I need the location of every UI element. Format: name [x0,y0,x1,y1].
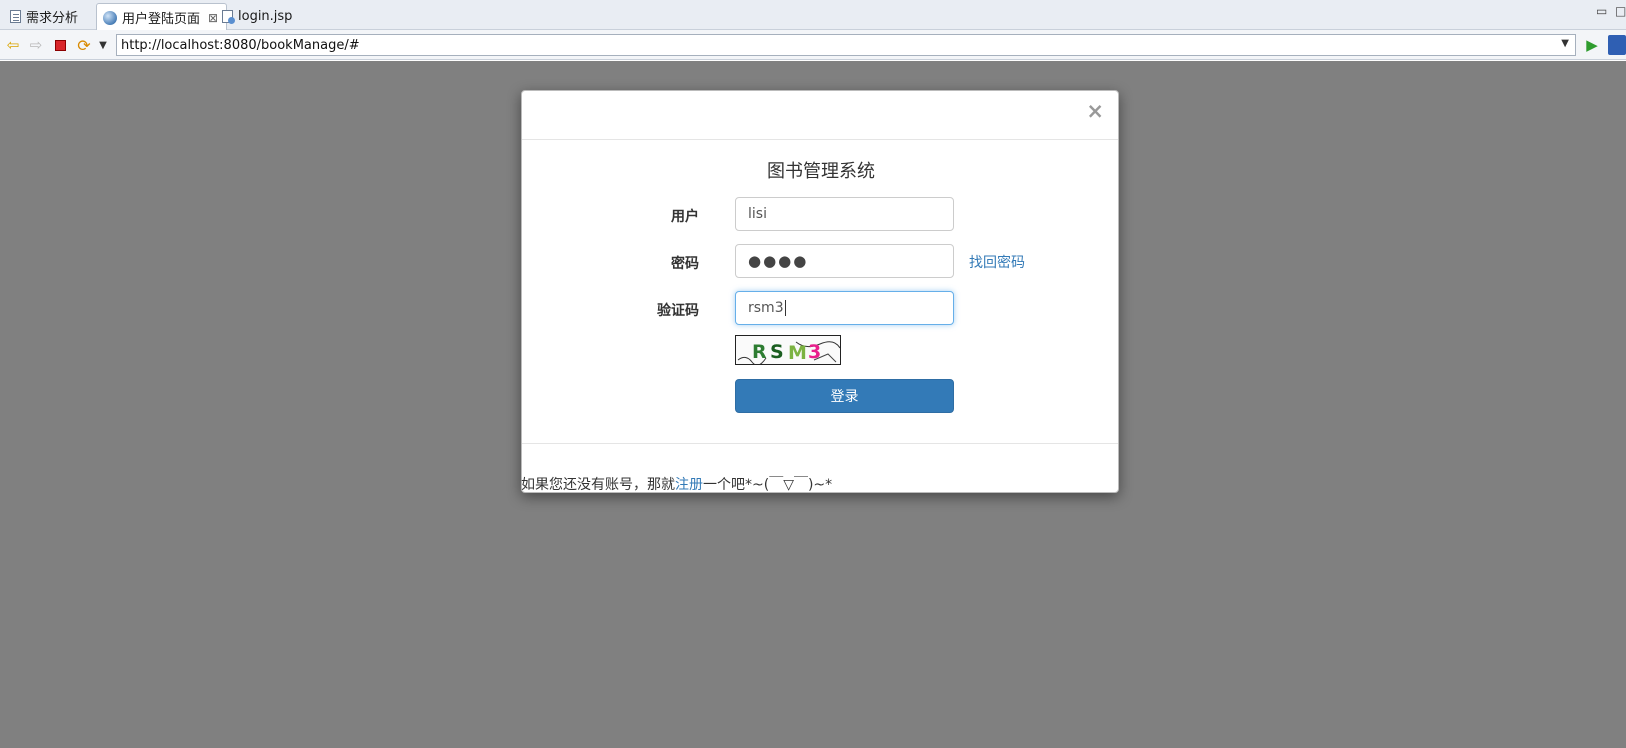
password-label: 密码 [671,256,699,272]
modal-header: × [522,91,1118,140]
url-text: http://localhost:8080/bookManage/# [121,37,360,53]
password-input[interactable]: ●●●● [735,244,954,278]
captcha-graphic: R S M 3 [737,341,840,364]
history-dropdown-icon[interactable]: ▼ [93,35,113,55]
text-caret [784,300,786,316]
refresh-icon[interactable]: ⟳ [74,35,94,55]
tab-label: login.jsp [238,9,293,24]
minimize-icon[interactable]: ▭ [1596,4,1607,18]
forgot-password-link[interactable]: 找回密码 [969,252,1025,272]
username-input[interactable]: lisi [735,197,954,231]
svg-text:S: S [770,341,784,363]
tab-requirements[interactable]: 需求分析 [4,3,86,30]
username-label: 用户 [671,209,699,225]
password-value: ●●●● [748,252,809,270]
register-link[interactable]: 注册 [675,477,703,493]
tab-login-page[interactable]: 用户登陆页面 ⊠ [96,3,228,31]
globe-icon [103,10,117,25]
stop-icon[interactable] [50,35,70,55]
maximize-icon[interactable]: □ [1615,4,1626,18]
svg-text:M: M [788,342,807,364]
captcha-input[interactable]: rsm3 [735,291,954,325]
modal-title: 图书管理系统 [767,161,875,182]
register-suffix: 一个吧*~(￣▽￣)~* [703,477,833,493]
captcha-label: 验证码 [657,303,699,319]
tab-label: 需求分析 [26,11,79,26]
close-icon[interactable]: × [1086,101,1104,122]
url-input[interactable]: http://localhost:8080/bookManage/# ▼ [116,34,1576,56]
login-button[interactable]: 登录 [735,379,954,413]
register-prefix: 如果您还没有账号，那就 [521,477,675,493]
login-modal: × 图书管理系统 用户 lisi 密码 ●●●● 找回密码 验证码 rsm3 R… [521,90,1119,493]
extension-icon[interactable] [1608,35,1626,55]
url-dropdown-icon[interactable]: ▼ [1561,38,1569,49]
tab-label: 用户登陆页面 [122,12,201,27]
svg-text:R: R [752,341,767,363]
svg-text:3: 3 [808,341,821,363]
forward-arrow-icon[interactable]: ⇨ [26,35,46,55]
tab-login-jsp[interactable]: login.jsp [216,3,300,30]
jsp-file-icon [222,10,235,24]
back-arrow-icon[interactable]: ⇦ [3,35,23,55]
editor-tab-bar: 需求分析 用户登陆页面 ⊠ login.jsp ▭ □ [0,0,1626,31]
captcha-value: rsm3 [748,300,784,316]
username-value: lisi [748,206,767,222]
document-icon [10,10,21,23]
go-icon[interactable]: ▶ [1583,35,1601,55]
register-prompt: 如果您还没有账号，那就注册一个吧*~(￣▽￣)~* [521,474,832,494]
captcha-image[interactable]: R S M 3 [735,335,841,365]
page-backdrop: × 图书管理系统 用户 lisi 密码 ●●●● 找回密码 验证码 rsm3 R… [0,61,1626,748]
footer-divider [522,443,1118,444]
browser-toolbar: ⇦ ⇨ ⟳ ▼ http://localhost:8080/bookManage… [0,30,1626,60]
